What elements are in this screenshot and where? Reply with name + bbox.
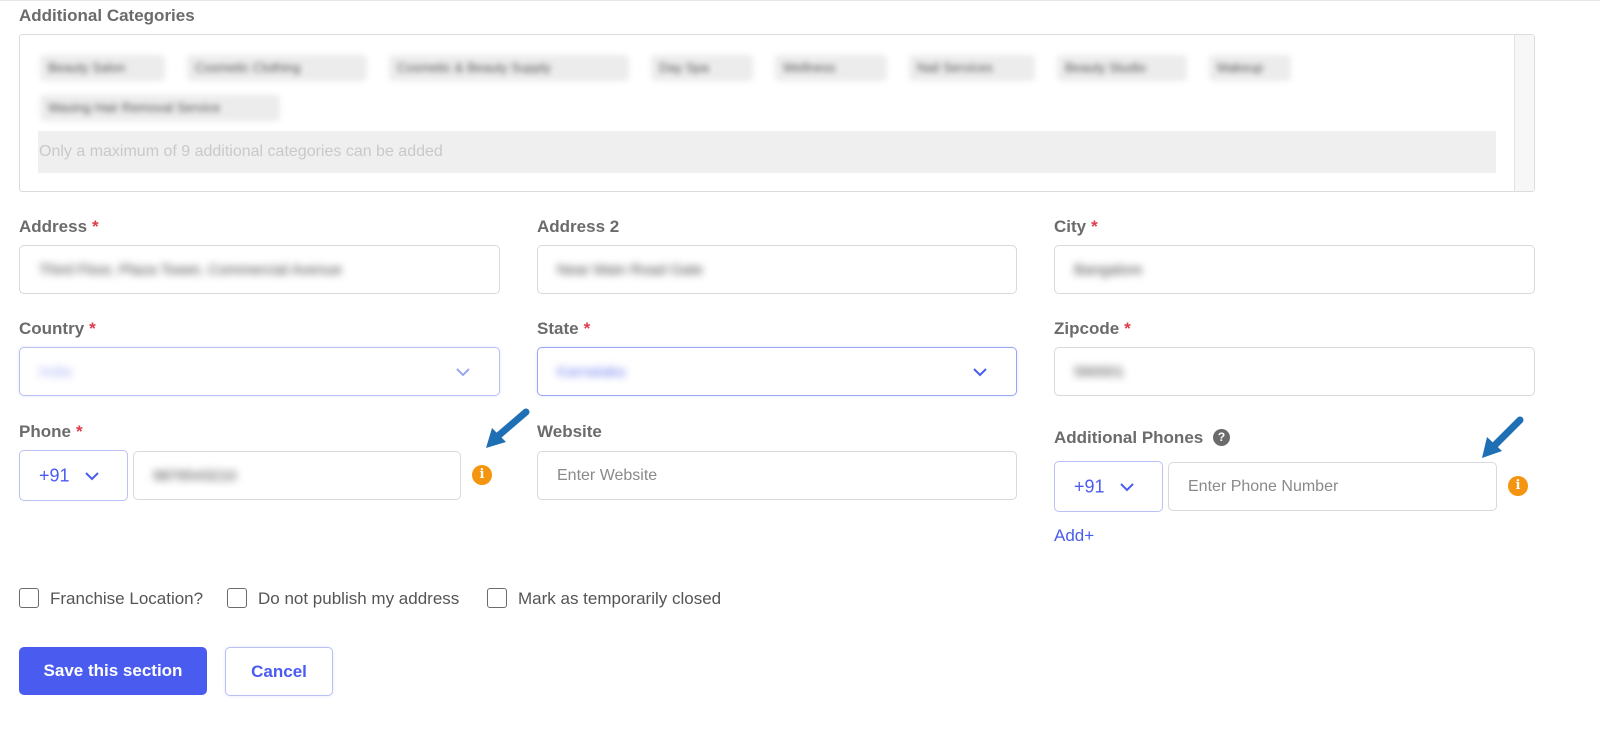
state-label: State * [537, 319, 590, 339]
category-chip[interactable]: Cosmetic & Beauty Supply [389, 55, 629, 81]
do-not-publish-address-checkbox[interactable] [227, 588, 247, 608]
category-chip[interactable]: Beauty Studio [1057, 55, 1187, 81]
website-placeholder: Enter Website [557, 466, 658, 484]
cancel-button[interactable]: Cancel [225, 647, 333, 696]
category-chip[interactable]: Day Spa [651, 55, 753, 81]
city-value: Bangalore [1074, 261, 1143, 278]
temporarily-closed-checkbox[interactable] [487, 588, 507, 608]
top-divider [0, 0, 1600, 1]
chevron-down-icon [85, 471, 99, 480]
franchise-location-label: Franchise Location? [50, 589, 204, 608]
address-label: Address * [19, 217, 99, 237]
zipcode-label-text: Zipcode [1054, 319, 1120, 338]
category-chip[interactable]: Nail Services [909, 55, 1035, 81]
additional-phones-label: Additional Phones [1054, 428, 1203, 448]
required-marker: * [75, 422, 83, 441]
country-select[interactable]: India [19, 347, 500, 396]
temporarily-closed-label: Mark as temporarily closed [518, 589, 722, 608]
required-marker: * [92, 217, 99, 236]
required-marker: * [89, 319, 96, 338]
country-label: Country * [19, 319, 96, 339]
zipcode-input[interactable]: 560001 [1054, 347, 1535, 396]
required-marker: * [1124, 319, 1131, 338]
address-input[interactable]: Third Floor, Plaza Tower, Commercial Ave… [19, 245, 500, 294]
category-chip[interactable]: Waxing Hair Removal Service [40, 95, 280, 121]
add-phone-link[interactable]: Add+ [1054, 526, 1094, 546]
category-chip[interactable]: Wellness [775, 55, 887, 81]
city-input[interactable]: Bangalore [1054, 245, 1535, 294]
country-value: India [39, 363, 72, 380]
additional-categories-box[interactable]: Beauty Salon Cosmetic Clothing Cosmetic … [19, 34, 1535, 192]
phone-country-code: +91 [39, 465, 70, 485]
additional-phone-placeholder: Enter Phone Number [1188, 477, 1339, 495]
state-label-text: State [537, 319, 579, 338]
address2-label-text: Address 2 [537, 217, 620, 236]
phone-label-text: Phone [19, 422, 71, 441]
required-marker: * [1091, 217, 1098, 236]
phone-value: 9876543210 [153, 467, 237, 484]
help-icon[interactable]: ? [1213, 429, 1230, 446]
categories-input[interactable]: Only a maximum of 9 additional categorie… [38, 131, 1496, 173]
annotation-arrow-icon [486, 408, 530, 448]
zipcode-value: 560001 [1074, 363, 1125, 380]
phone-info-icon[interactable]: i [472, 465, 492, 485]
annotation-arrow-icon [1482, 416, 1524, 458]
address-value: Third Floor, Plaza Tower, Commercial Ave… [39, 261, 342, 278]
address2-value: Near Main Road Gate [557, 261, 703, 278]
address-label-text: Address [19, 217, 88, 236]
additional-phone-info-icon[interactable]: i [1508, 476, 1528, 496]
additional-phone-country-code: +91 [1074, 476, 1105, 496]
franchise-location-checkbox[interactable] [19, 588, 39, 608]
additional-phones-label-text: Additional Phones [1054, 428, 1204, 447]
city-label-text: City [1054, 217, 1087, 236]
website-label-text: Website [537, 422, 602, 441]
chevron-down-icon [1120, 482, 1134, 491]
chevron-down-icon [973, 367, 987, 376]
categories-hint: Only a maximum of 9 additional categorie… [39, 143, 443, 160]
phone-country-code-select[interactable]: +91 [19, 450, 128, 501]
country-label-text: Country [19, 319, 85, 338]
category-chip[interactable]: Makeup [1209, 55, 1291, 81]
category-chip[interactable]: Beauty Salon [40, 55, 165, 81]
address2-label: Address 2 [537, 217, 619, 237]
required-marker: * [583, 319, 591, 338]
additional-phone-input[interactable]: Enter Phone Number [1168, 462, 1497, 511]
state-select[interactable]: Karnataka [537, 347, 1017, 396]
additional-categories-label: Additional Categories [19, 6, 195, 25]
do-not-publish-address-label: Do not publish my address [258, 589, 460, 608]
website-input[interactable]: Enter Website [537, 451, 1017, 500]
state-value: Karnataka [557, 363, 626, 380]
chevron-down-icon [456, 367, 470, 376]
categories-scrollbar[interactable] [1514, 35, 1534, 191]
phone-input[interactable]: 9876543210 [133, 451, 461, 500]
phone-label: Phone * [19, 422, 83, 442]
city-label: City * [1054, 217, 1098, 237]
additional-phone-country-code-select[interactable]: +91 [1054, 461, 1163, 512]
address2-input[interactable]: Near Main Road Gate [537, 245, 1017, 294]
save-button[interactable]: Save this section [19, 647, 207, 695]
website-label: Website [537, 422, 602, 442]
zipcode-label: Zipcode * [1054, 319, 1131, 339]
category-chip[interactable]: Cosmetic Clothing [187, 55, 367, 81]
